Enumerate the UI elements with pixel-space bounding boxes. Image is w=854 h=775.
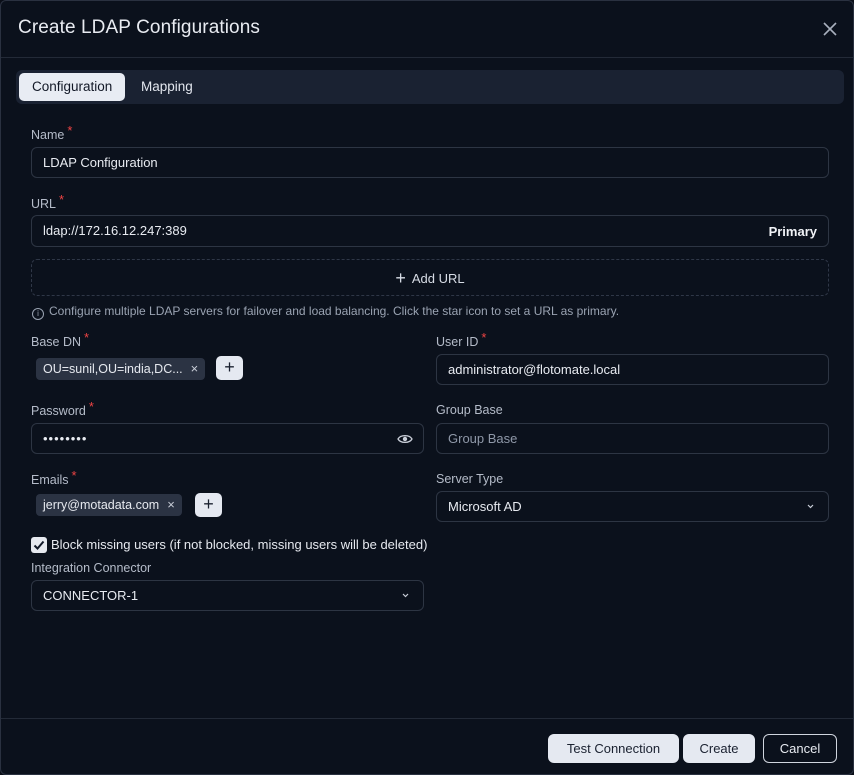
footer-divider xyxy=(1,718,853,719)
base-dn-label-text: Base DN xyxy=(31,335,82,349)
block-missing-label: Block missing users (if not blocked, mis… xyxy=(51,537,428,552)
server-type-value: Microsoft AD xyxy=(448,499,522,514)
url-input[interactable]: ldap://172.16.12.247:389 Primary xyxy=(31,215,829,247)
user-id-label: User ID * xyxy=(436,330,486,349)
password-value: •••••••• xyxy=(43,431,88,446)
url-label: URL * xyxy=(31,192,64,211)
add-base-dn-button[interactable]: + xyxy=(216,356,243,380)
modal-title: Create LDAP Configurations xyxy=(18,17,260,38)
create-button[interactable]: Create xyxy=(683,734,755,763)
required-marker: * xyxy=(71,468,77,483)
required-marker: * xyxy=(67,123,73,138)
plus-icon: + xyxy=(395,268,406,288)
emails-label: Emails * xyxy=(31,468,77,487)
chevron-down-icon xyxy=(807,504,814,509)
remove-chip-icon[interactable]: × xyxy=(191,358,199,380)
password-input[interactable]: •••••••• xyxy=(31,423,424,454)
name-input[interactable]: LDAP Configuration xyxy=(31,147,829,178)
url-value: ldap://172.16.12.247:389 xyxy=(43,223,187,238)
user-id-input[interactable]: administrator@flotomate.local xyxy=(436,354,829,385)
tab-bar: Configuration Mapping xyxy=(16,70,844,104)
info-icon: i xyxy=(32,308,44,320)
add-email-button[interactable]: + xyxy=(195,493,222,517)
email-chip-text: jerry@motadata.com xyxy=(43,498,160,512)
emails-label-text: Emails xyxy=(31,473,69,487)
required-marker: * xyxy=(481,330,487,345)
base-dn-label: Base DN * xyxy=(31,330,89,349)
test-connection-button[interactable]: Test Connection xyxy=(548,734,679,763)
tab-mapping[interactable]: Mapping xyxy=(128,73,206,101)
base-dn-chip: OU=sunil,OU=india,DC... × xyxy=(36,358,206,380)
group-base-label: Group Base xyxy=(436,403,503,417)
add-url-label: Add URL xyxy=(411,271,465,286)
group-base-input[interactable]: Group Base xyxy=(436,423,829,454)
url-hint: i Configure multiple LDAP servers for fai… xyxy=(32,304,620,320)
connector-label: Integration Connector xyxy=(31,561,152,575)
password-label: Password * xyxy=(31,399,94,418)
eye-icon[interactable] xyxy=(397,432,413,446)
modal-header: Create LDAP Configurations xyxy=(1,1,853,58)
chevron-down-icon xyxy=(402,593,409,598)
required-marker: * xyxy=(88,399,94,414)
connector-select[interactable]: CONNECTOR-1 xyxy=(31,580,424,611)
name-label-text: Name xyxy=(31,128,65,142)
connector-value: CONNECTOR-1 xyxy=(43,588,139,603)
base-dn-chip-text: OU=sunil,OU=india,DC... xyxy=(43,362,183,376)
close-icon[interactable] xyxy=(819,18,841,40)
ldap-modal: Create LDAP Configurations Configuration… xyxy=(0,0,854,775)
url-label-text: URL xyxy=(31,197,57,211)
user-id-label-text: User ID xyxy=(436,335,479,349)
block-missing-checkbox[interactable] xyxy=(31,537,47,553)
email-chip: jerry@motadata.com × xyxy=(36,494,182,516)
cancel-button[interactable]: Cancel xyxy=(763,734,837,763)
tab-configuration[interactable]: Configuration xyxy=(19,73,126,101)
required-marker: * xyxy=(84,330,90,345)
name-label: Name * xyxy=(31,123,72,142)
add-url-button[interactable]: + Add URL xyxy=(31,259,829,296)
required-marker: * xyxy=(59,192,65,207)
server-type-select[interactable]: Microsoft AD xyxy=(436,491,829,522)
password-label-text: Password xyxy=(31,404,86,418)
check-icon xyxy=(33,540,45,550)
url-hint-text: Configure multiple LDAP servers for fail… xyxy=(49,304,620,318)
remove-chip-icon[interactable]: × xyxy=(167,494,175,516)
primary-badge: Primary xyxy=(768,224,817,239)
server-type-label: Server Type xyxy=(436,472,504,486)
